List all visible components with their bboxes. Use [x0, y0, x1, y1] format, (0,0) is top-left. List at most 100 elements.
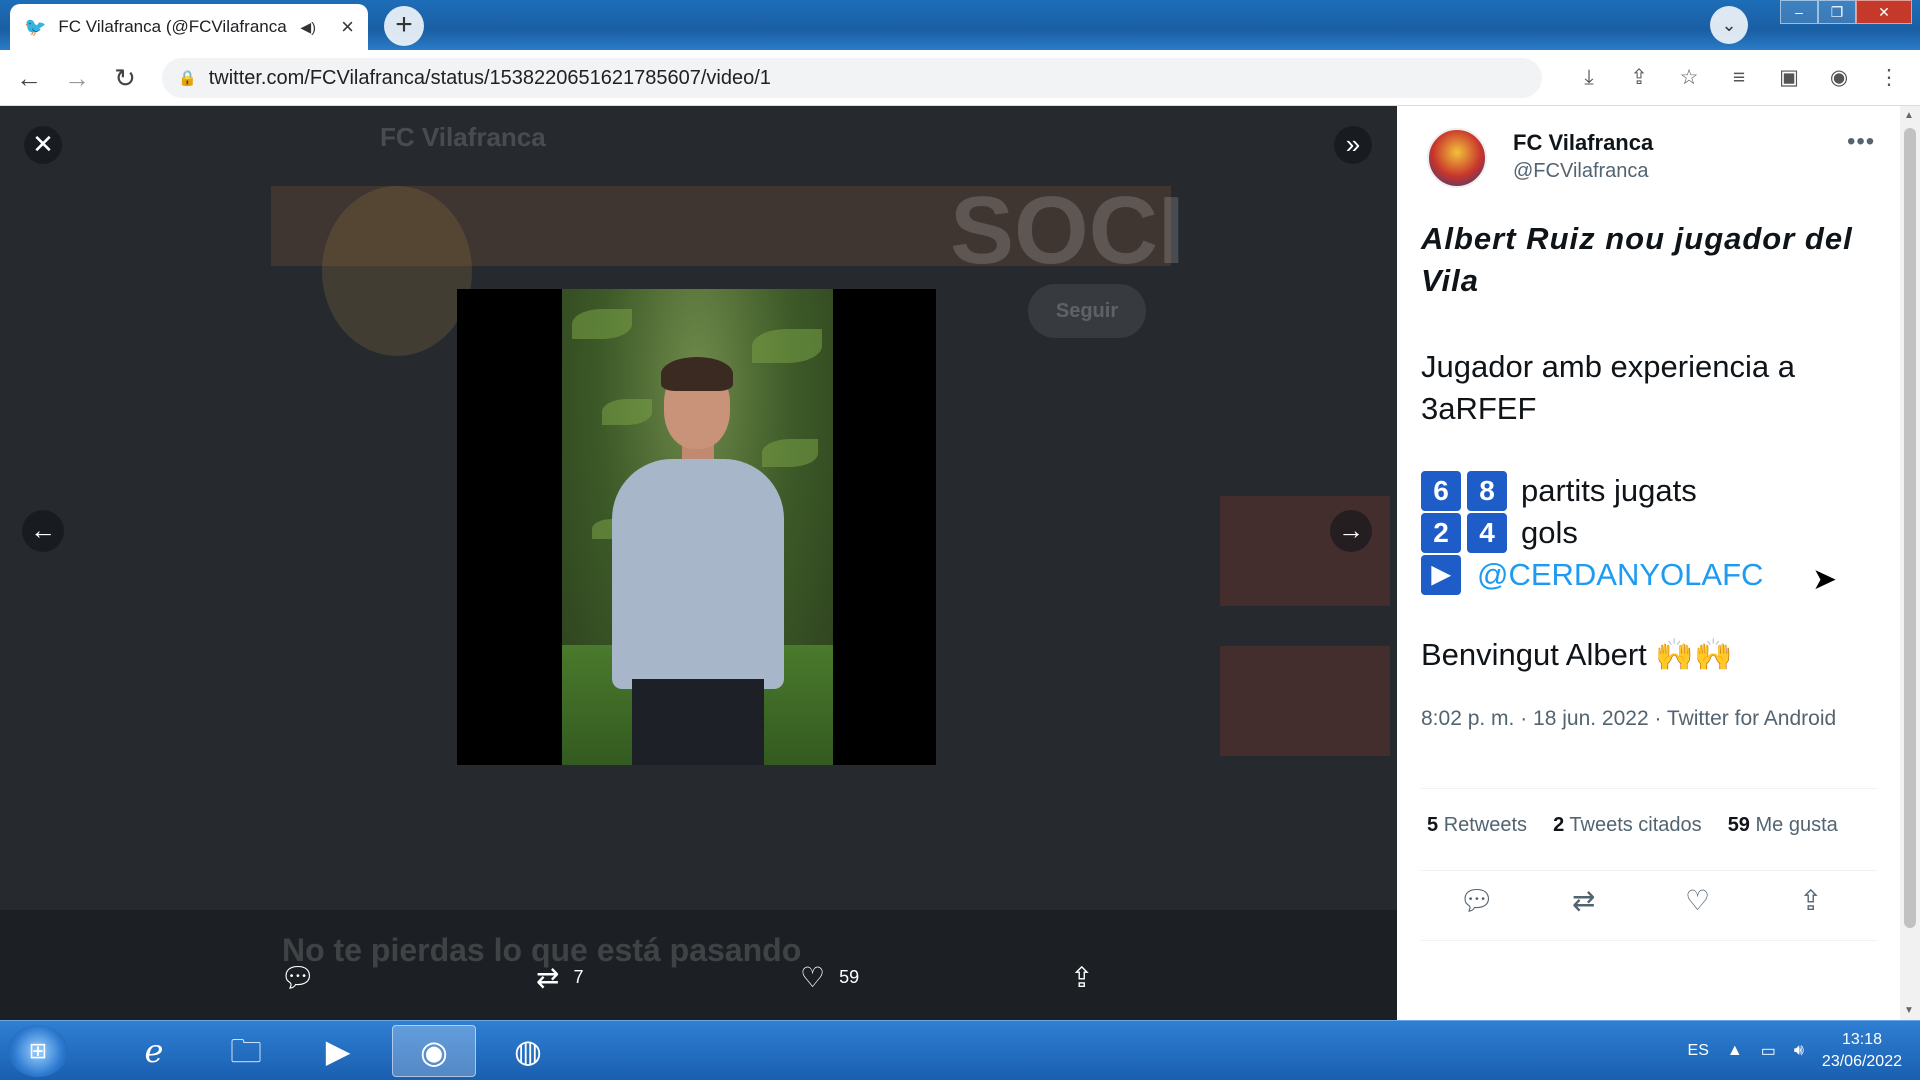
file-explorer-icon[interactable]: 🗀 [204, 1025, 288, 1077]
video-player[interactable] [457, 289, 936, 765]
stat-row: ▶ @CERDANYOLAFC [1421, 554, 1763, 596]
language-indicator[interactable]: ES [1688, 1042, 1709, 1060]
keycap-digit: 4 [1467, 513, 1507, 553]
avatar[interactable] [1427, 128, 1487, 188]
volume-icon[interactable]: 🔊︎ [1794, 1042, 1804, 1060]
reload-icon[interactable]: ↻ [106, 59, 144, 97]
panel-scrollbar[interactable]: ▲ ▼ [1900, 106, 1920, 1020]
trend-card [1220, 646, 1390, 756]
profile-icon[interactable]: ◉ [1818, 58, 1860, 98]
retweet-action[interactable]: ⇄ 7 [536, 961, 583, 994]
close-viewer-icon[interactable]: ✕ [24, 126, 62, 164]
side-panel-icon[interactable]: ▣ [1768, 58, 1810, 98]
video-frame [562, 289, 833, 765]
new-tab-button[interactable]: + [384, 6, 424, 46]
scroll-down-icon[interactable]: ▼ [1904, 1005, 1914, 1016]
like-action[interactable]: ♡ 59 [800, 961, 859, 994]
more-options-icon[interactable]: ••• [1847, 128, 1875, 156]
address-bar[interactable]: 🔒 twitter.com/FCVilafranca/status/153822… [162, 58, 1542, 98]
start-button-icon[interactable]: ⊞ [8, 1025, 68, 1077]
retweets-count[interactable]: 5 Retweets [1427, 814, 1527, 837]
welcome-text: Benvingut Albert [1421, 637, 1647, 672]
reply-action[interactable]: 💬︎ [280, 961, 316, 994]
reply-bubble-icon[interactable]: 💬︎ [1459, 884, 1495, 917]
tweet-actions: 💬︎ ⇄ ♡ ⇪ [1397, 884, 1900, 928]
firefox-icon[interactable]: ◍ [486, 1025, 570, 1077]
mention-link[interactable]: @CERDANYOLAFC [1477, 557, 1763, 593]
lock-icon[interactable]: 🔒 [178, 69, 197, 87]
person [612, 459, 784, 689]
follow-button: Seguir [1028, 284, 1146, 338]
retweet-count: 7 [573, 967, 584, 987]
bookmark-star-icon[interactable]: ☆ [1668, 58, 1710, 98]
install-icon[interactable]: ⤓ [1568, 58, 1610, 98]
user-name[interactable]: FC Vilafranca [1513, 130, 1653, 156]
retweet-icon: ⇄ [536, 962, 560, 993]
likes-count[interactable]: 59 Me gusta [1728, 814, 1838, 837]
heart-icon[interactable]: ♡ [1685, 884, 1710, 917]
internet-explorer-icon[interactable]: ℯ [112, 1025, 196, 1077]
scroll-thumb[interactable] [1904, 128, 1916, 928]
like-count: 59 [839, 967, 860, 987]
taskbar: ⊞ ℯ 🗀 ▶ ◉ ◍ ES ▲ ▭ 🔊︎ 13:18 23/06/2022 [0, 1020, 1920, 1080]
stat-label: gols [1521, 515, 1578, 550]
speaker-icon[interactable]: ◀) [300, 19, 315, 36]
network-icon[interactable]: ▭ [1761, 1041, 1776, 1061]
share-upload-icon: ⇪ [1070, 962, 1094, 993]
tab-title: FC Vilafranca (@FCVilafranca [58, 17, 287, 36]
toolbar-icons: ⤓ ⇪ ☆ ≡ ▣ ◉ ⋮ [1568, 58, 1910, 98]
scroll-up-icon[interactable]: ▲ [1904, 110, 1914, 121]
url-text[interactable]: twitter.com/FCVilafranca/status/15382206… [209, 67, 771, 90]
browser-tab[interactable]: 🐦 FC Vilafranca (@FCVilafranca ◀) × [10, 4, 368, 50]
profile-avatar-ghost [322, 186, 472, 356]
tweet-paragraph: Jugador amb experiencia a 3aRFEF [1421, 349, 1795, 426]
quote-tweets-count[interactable]: 2 Tweets citados [1553, 814, 1702, 837]
share-icon[interactable]: ⇪ [1618, 58, 1660, 98]
close-tab-icon[interactable]: × [341, 14, 354, 40]
trend-card [1220, 496, 1390, 606]
tweet-paragraph: Benvingut Albert 🙌🙌 [1421, 634, 1861, 676]
media-queue-icon[interactable]: ≡ [1718, 58, 1760, 98]
user-handle[interactable]: @FCVilafranca [1513, 160, 1649, 183]
minimize-button[interactable]: – [1780, 0, 1818, 24]
keycap-digit: 2 [1421, 513, 1461, 553]
share-action[interactable]: ⇪ [1070, 961, 1093, 994]
raising-hands-emoji: 🙌🙌 [1655, 637, 1733, 672]
engagement-counts: 5 Retweets 2 Tweets citados 59 Me gusta [1427, 814, 1838, 837]
expand-panel-icon[interactable]: » [1334, 126, 1372, 164]
clock-date: 23/06/2022 [1821, 1053, 1902, 1070]
stat-row: 2 4 gols [1421, 512, 1763, 554]
keycap-digit: 8 [1467, 471, 1507, 511]
tweet-title: Albert Ruiz nou jugador del Vila [1421, 221, 1853, 298]
twitter-bird-icon: 🐦 [24, 16, 47, 37]
tray-expand-icon[interactable]: ▲ [1727, 1042, 1743, 1060]
share-upload-icon[interactable]: ⇪ [1799, 884, 1822, 917]
restore-button[interactable]: ❐ [1818, 0, 1856, 24]
viewer-actions: 💬︎ ⇄ 7 ♡ 59 ⇪ [280, 961, 1120, 1001]
media-viewer: SOCI FC Vilafranca Seguir No te pierdas … [0, 106, 1397, 1020]
tab-search-chevron-icon[interactable]: ⌄ [1710, 6, 1748, 44]
window-controls: – ❐ ✕ [1780, 0, 1912, 24]
previous-media-arrow-icon[interactable]: ← [22, 510, 64, 552]
play-button-icon: ▶ [1421, 555, 1461, 595]
chrome-icon[interactable]: ◉ [392, 1025, 476, 1077]
media-player-icon[interactable]: ▶ [296, 1025, 380, 1077]
menu-kebab-icon[interactable]: ⋮ [1868, 58, 1910, 98]
forward-arrow-icon[interactable]: → [58, 59, 96, 97]
next-media-arrow-icon[interactable]: → [1330, 510, 1372, 552]
retweet-icon[interactable]: ⇄ [1572, 884, 1595, 917]
background-header-name: FC Vilafranca [380, 122, 546, 152]
tweet-stats: 6 8 partits jugats 2 4 gols ▶ @CERDANYOL… [1421, 470, 1763, 596]
reply-bubble-icon: 💬︎ [280, 962, 316, 993]
clock[interactable]: 13:18 23/06/2022 [1822, 1029, 1902, 1073]
divider [1421, 870, 1877, 871]
heart-icon: ♡ [800, 962, 826, 993]
stat-row: 6 8 partits jugats [1421, 470, 1763, 512]
tweet-meta[interactable]: 8:02 p. m. · 18 jun. 2022 · Twitter for … [1421, 704, 1861, 734]
keycap-digit: 6 [1421, 471, 1461, 511]
close-window-button[interactable]: ✕ [1856, 0, 1912, 24]
clock-time: 13:18 [1841, 1031, 1882, 1048]
back-arrow-icon[interactable]: ← [10, 59, 48, 97]
browser-tab-bar: 🐦 FC Vilafranca (@FCVilafranca ◀) × + ⌄ … [0, 0, 1920, 50]
divider [1421, 940, 1877, 941]
